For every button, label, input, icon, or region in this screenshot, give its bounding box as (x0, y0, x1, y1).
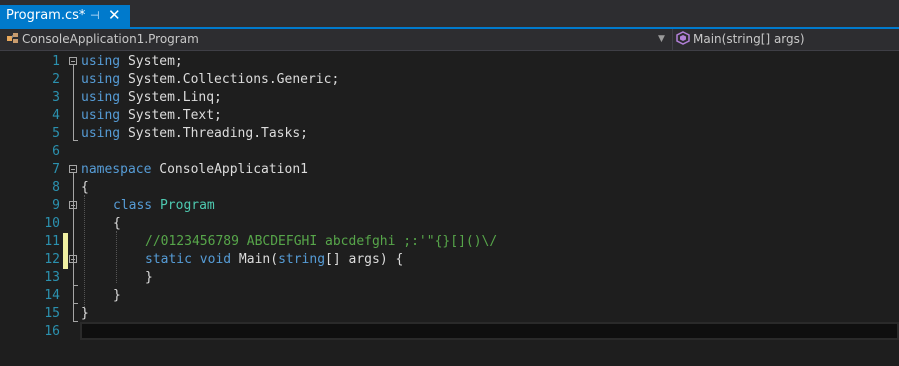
code-line: 4 using System.Text; (0, 107, 899, 125)
keyword: namespace (81, 162, 152, 177)
line-number: 13 (44, 270, 60, 285)
code-text-rest: ConsoleApplication1 (151, 162, 308, 177)
code-text: class Program (113, 197, 215, 215)
code-line: 3 using System.Linq; (0, 89, 899, 107)
code-line: 6 (0, 143, 899, 161)
code-text: using System.Collections.Generic; (81, 71, 339, 89)
tab-strip: Program.cs* ⊣ ✕ (0, 0, 899, 29)
tab-title: Program.cs* (6, 8, 86, 23)
code-text: using System.Linq; (81, 89, 222, 107)
code-text: using System.Threading.Tasks; (81, 125, 308, 143)
code-line: 14 } (0, 287, 899, 305)
keyword: string (278, 252, 326, 267)
line-number: 14 (44, 288, 60, 303)
method-icon (676, 29, 690, 50)
code-line: 16 (0, 323, 899, 341)
code-text: using System.Text; (81, 107, 222, 125)
code-line: 1 using System; (0, 53, 899, 71)
code-text: { (81, 180, 89, 195)
method-name: Main( (231, 252, 279, 267)
close-icon[interactable]: ✕ (108, 4, 121, 26)
code-text-rest: System.Collections.Generic; (120, 72, 340, 87)
chevron-down-icon[interactable]: ▼ (658, 29, 665, 50)
code-text-rest: [] args) { (325, 252, 404, 267)
comment: //0123456789 ABCDEFGHI abcdefghi ;:'"{}[… (145, 234, 498, 249)
keyword: static (145, 252, 192, 267)
line-number: 3 (52, 90, 60, 105)
keyword: using (81, 72, 121, 87)
line-number: 16 (44, 324, 60, 339)
code-line: 8 { (0, 179, 899, 197)
change-indicator (63, 233, 68, 251)
code-text: } (81, 306, 89, 321)
code-line: 7 namespace ConsoleApplication1 (0, 161, 899, 179)
code-line: 9 class Program (0, 197, 899, 215)
code-text-rest: System.Threading.Tasks; (120, 126, 308, 141)
code-text-rest: System.Linq; (120, 90, 222, 105)
code-line: 10 { (0, 215, 899, 233)
line-number: 2 (52, 72, 60, 87)
pin-icon[interactable]: ⊣ (90, 5, 100, 27)
code-text: } (113, 288, 121, 303)
keyword: using (81, 126, 121, 141)
line-number: 9 (52, 198, 60, 213)
code-text-rest: System; (120, 54, 183, 69)
class-icon (6, 29, 20, 50)
line-number: 6 (52, 144, 60, 159)
code-text: using System; (81, 53, 183, 71)
keyword: void (199, 252, 232, 267)
line-number: 7 (52, 162, 60, 177)
keyword: using (81, 54, 121, 69)
line-number: 1 (52, 54, 60, 69)
code-line: 13 } (0, 269, 899, 287)
line-number: 11 (44, 234, 60, 249)
code-editor[interactable]: 1 using System; 2 using System.Collectio… (0, 51, 899, 366)
line-number: 15 (44, 306, 60, 321)
code-text: static void Main(string[] args) { (145, 251, 403, 269)
code-text: { (113, 216, 121, 231)
code-text: namespace ConsoleApplication1 (81, 161, 308, 179)
navigation-bar: ConsoleApplication1.Program ▼ Main(strin… (0, 29, 899, 51)
collapse-icon[interactable] (69, 255, 77, 263)
code-line: 2 using System.Collections.Generic; (0, 71, 899, 89)
collapse-icon[interactable] (69, 165, 77, 173)
line-number: 12 (44, 252, 60, 267)
type-dropdown[interactable]: ConsoleApplication1.Program ▼ (0, 29, 670, 50)
code-line: 11 //0123456789 ABCDEFGHI abcdefghi ;:'"… (0, 233, 899, 251)
line-number: 5 (52, 126, 60, 141)
change-indicator (63, 251, 68, 269)
code-line: 15 } (0, 305, 899, 323)
collapse-icon[interactable] (69, 57, 77, 65)
line-number: 10 (44, 216, 60, 231)
code-text-rest: System.Text; (120, 108, 222, 123)
line-number: 8 (52, 180, 60, 195)
code-line: 5 using System.Threading.Tasks; (0, 125, 899, 143)
line-number: 4 (52, 108, 60, 123)
keyword: using (81, 90, 121, 105)
type-dropdown-label: ConsoleApplication1.Program (22, 32, 199, 46)
code-line: 12 static void Main(string[] args) { (0, 251, 899, 269)
collapse-icon[interactable] (69, 201, 77, 209)
tab-program-cs[interactable]: Program.cs* ⊣ ✕ (0, 5, 130, 27)
member-dropdown-label: Main(string[] args) (693, 32, 805, 46)
keyword: class (113, 198, 153, 213)
member-dropdown[interactable]: Main(string[] args) (672, 29, 899, 50)
type-name: Program (159, 198, 215, 213)
code-text: } (145, 270, 153, 285)
keyword: using (81, 108, 121, 123)
